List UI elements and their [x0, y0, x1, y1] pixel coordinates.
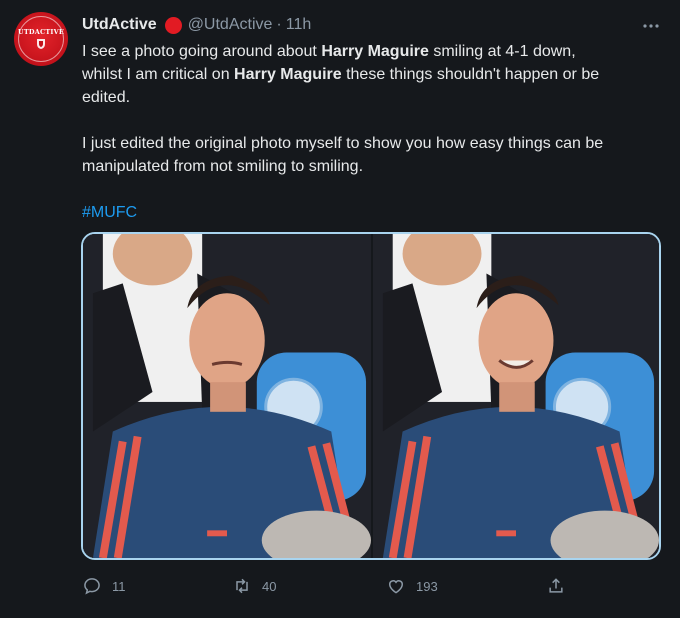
text-segment: I just edited the original photo myself …	[82, 135, 604, 152]
hashtag-link[interactable]: #MUFC	[82, 201, 662, 224]
timestamp[interactable]: 11h	[286, 16, 312, 34]
text-segment: manipulated from not smiling to smiling.	[82, 158, 364, 175]
retweet-button[interactable]: 40	[232, 576, 276, 596]
avatar-logo-text: UTDACTIVE	[17, 28, 65, 36]
tweet-card[interactable]: UTDACTIVE UtdActive @UtdActive · 11h I s…	[0, 0, 680, 618]
bold-mention: Harry Maguire	[321, 43, 429, 60]
text-segment: edited.	[82, 89, 131, 106]
edited-photo[interactable]	[371, 234, 659, 558]
text-segment: whilst I am critical on	[82, 66, 235, 83]
bold-mention: Harry Maguire	[234, 66, 342, 83]
more-options-icon[interactable]	[642, 18, 660, 29]
text-segment: smiling at 4-1 down,	[428, 43, 576, 60]
like-count: 193	[416, 578, 438, 594]
photo-illustration	[373, 234, 659, 558]
media-grid	[81, 232, 661, 560]
share-icon	[549, 578, 563, 593]
reply-count: 11	[112, 578, 126, 594]
separator: ·	[276, 16, 282, 33]
avatar[interactable]: UTDACTIVE	[14, 12, 68, 66]
reply-icon	[84, 578, 100, 595]
tweet-paragraph-2: I just edited the original photo myself …	[82, 132, 662, 178]
original-photo[interactable]	[83, 234, 371, 558]
retweet-icon	[236, 578, 248, 594]
retweet-count: 40	[262, 578, 277, 594]
verified-badge-icon	[164, 16, 182, 34]
tweet-header: UtdActive @UtdActive · 11h	[82, 14, 666, 36]
action-bar: 11 40 193	[82, 574, 582, 598]
share-button[interactable]	[546, 576, 566, 596]
photo-illustration	[83, 234, 371, 558]
display-name[interactable]: UtdActive	[82, 16, 157, 34]
tweet-text: I see a photo going around about Harry M…	[82, 40, 662, 224]
like-button[interactable]: 193	[386, 576, 438, 596]
text-segment: I see a photo going around about	[82, 43, 322, 60]
crest-icon	[37, 39, 45, 49]
handle[interactable]: @UtdActive	[188, 16, 273, 34]
text-segment: these things shouldn't happen or be	[341, 66, 600, 83]
reply-button[interactable]: 11	[82, 576, 126, 596]
like-icon	[389, 580, 403, 594]
tweet-paragraph-1: I see a photo going around about Harry M…	[82, 40, 662, 109]
